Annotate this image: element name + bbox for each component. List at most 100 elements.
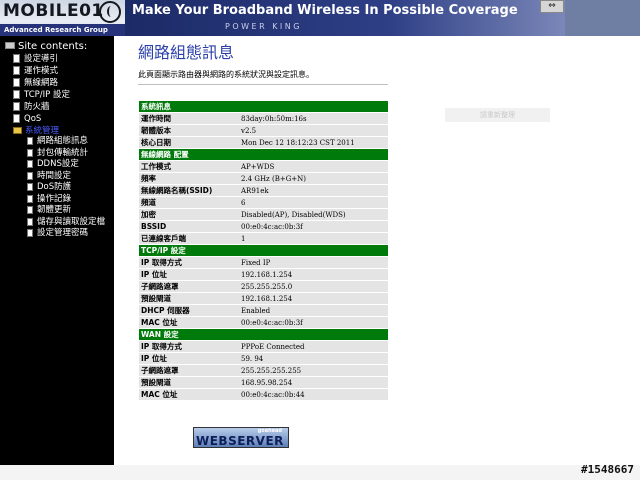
row-value: AP+WDS <box>239 161 388 172</box>
brand-logo: MOBILE01 Advanced Research Group <box>0 0 125 36</box>
row-value: 59. 94 <box>239 353 388 364</box>
row-value: 192.168.1.254 <box>239 269 388 280</box>
banner-right <box>565 0 640 36</box>
faded-refresh-button[interactable]: 請重新整理 <box>445 108 550 122</box>
row-value: 00:e0:4c:ac:0b:3f <box>239 221 388 232</box>
sidebar-subitem-label: 操作記錄 <box>37 193 72 204</box>
table-row: 核心日期 Mon Dec 12 18:12:23 CST 2011 <box>139 137 388 148</box>
table-row: 加密 Disabled(AP), Disabled(WDS) <box>139 209 388 220</box>
table-row: 頻道 6 <box>139 197 388 208</box>
row-value: 1 <box>239 233 388 244</box>
row-value: Enabled <box>239 305 388 316</box>
sidebar-subitem-label: 設定管理密碼 <box>37 228 89 238</box>
doc-icon <box>27 171 33 180</box>
sidebar-item[interactable]: TCP/IP 設定 <box>13 90 70 101</box>
row-label: IP 取得方式 <box>139 257 239 268</box>
row-label: 無線網路名稱(SSID) <box>139 185 239 196</box>
divider <box>138 84 388 85</box>
sidebar-subitem[interactable]: DoS防護 <box>27 182 71 193</box>
sidebar-item-label: 運作模式 <box>24 66 59 76</box>
doc-icon <box>13 78 20 87</box>
doc-icon <box>27 137 33 145</box>
table-row: 子網路遮罩 255.255.255.255 <box>139 365 388 376</box>
sidebar-subitem[interactable]: 操作記錄 <box>27 194 71 205</box>
row-label: 已連線客戶端 <box>139 233 239 244</box>
doc-icon <box>13 90 20 99</box>
power-king-label: POWER KING <box>225 22 302 31</box>
row-label: 加密 <box>139 209 239 220</box>
sidebar-subitem[interactable]: 網路組態訊息 <box>27 136 88 147</box>
logo-text: MOBILE01 <box>3 1 104 21</box>
goahead-webserver-badge[interactable]: goahead WEBSERVER <box>193 427 289 448</box>
toggle-frame-button[interactable]: ⇔ <box>540 0 564 13</box>
sidebar-subitem-label: DDNS設定 <box>37 159 79 169</box>
table-row: IP 位址 59. 94 <box>139 353 388 364</box>
sidebar-subitem[interactable]: DDNS設定 <box>27 159 79 170</box>
row-value: 00:e0:4c:ac:0b:3f <box>239 317 388 328</box>
table-row: 韌體版本 v2.5 <box>139 125 388 136</box>
page-description: 此頁面顯示路由器與網路的系統狀況與設定訊息。 <box>138 70 314 79</box>
row-value: 00:e0:4c:ac:0b:44 <box>239 389 388 400</box>
status-bar <box>0 465 640 480</box>
badge-big-text: WEBSERVER <box>196 434 284 448</box>
sidebar-subitem-label: 時間設定 <box>37 170 72 181</box>
section-header: 系統訊息 <box>139 101 388 112</box>
row-value: 168.95.98.254 <box>239 377 388 388</box>
doc-icon <box>27 194 33 203</box>
row-label: BSSID <box>139 221 239 232</box>
row-label: IP 位址 <box>139 269 239 280</box>
row-label: DHCP 伺服器 <box>139 305 239 316</box>
doc-icon <box>27 160 33 168</box>
table-row: 工作模式 AP+WDS <box>139 161 388 172</box>
sidebar-subitem[interactable]: 封包傳輸統計 <box>27 148 88 159</box>
row-label: IP 取得方式 <box>139 341 239 352</box>
top-banner: MOBILE01 Advanced Research Group Make Yo… <box>0 0 640 36</box>
sidebar-item[interactable]: 設定導引 <box>13 54 58 65</box>
row-label: 頻道 <box>139 197 239 208</box>
table-row: 無線網路名稱(SSID) AR91ek <box>139 185 388 196</box>
row-label: MAC 位址 <box>139 317 239 328</box>
table-row: 預設閘道 168.95.98.254 <box>139 377 388 388</box>
table-row: 運作時間 83day:0h:50m:16s <box>139 113 388 124</box>
section-header: TCP/IP 設定 <box>139 245 388 256</box>
row-label: 預設閘道 <box>139 377 239 388</box>
row-label: 子網路遮罩 <box>139 281 239 292</box>
row-value: 192.168.1.254 <box>239 293 388 304</box>
sidebar-item-label: TCP/IP 設定 <box>24 90 70 100</box>
tagline-bar: Make Your Broadband Wireless In Possible… <box>125 0 565 36</box>
sidebar-subitem[interactable]: 儲存與讀取設定檔 <box>27 217 105 228</box>
row-value: 2.4 GHz (B+G+N) <box>239 173 388 184</box>
sidebar-subitem[interactable]: 韌體更新 <box>27 205 71 216</box>
doc-icon <box>27 183 33 191</box>
row-label: 子網路遮罩 <box>139 365 239 376</box>
table-row: IP 取得方式 PPPoE Connected <box>139 341 388 352</box>
sidebar-item[interactable]: 無線網路 <box>13 78 58 89</box>
sidebar-subitem-label: DoS防護 <box>37 182 72 192</box>
row-value: PPPoE Connected <box>239 341 388 352</box>
sidebar-subitem[interactable]: 設定管理密碼 <box>27 228 88 239</box>
table-row: BSSID 00:e0:4c:ac:0b:3f <box>139 221 388 232</box>
sidebar-title: Site contents: <box>5 41 87 52</box>
table-row: IP 取得方式 Fixed IP <box>139 257 388 268</box>
sidebar-item[interactable]: QoS <box>13 114 41 125</box>
sidebar-item[interactable]: 防火牆 <box>13 102 50 113</box>
sidebar-item-label: 系統管理 <box>25 126 60 136</box>
table-row: MAC 位址 00:e0:4c:ac:0b:3f <box>139 317 388 328</box>
row-label: 韌體版本 <box>139 125 239 136</box>
row-value: 6 <box>239 197 388 208</box>
doc-icon <box>13 114 20 123</box>
sidebar-subitem-label: 網路組態訊息 <box>37 136 89 146</box>
sidebar-item[interactable]: 運作模式 <box>13 66 58 77</box>
section-header: 無線網路 配置 <box>139 149 388 160</box>
doc-icon <box>27 217 33 226</box>
sidebar-subitem[interactable]: 時間設定 <box>27 171 71 182</box>
row-value: AR91ek <box>239 185 388 196</box>
row-value: Disabled(AP), Disabled(WDS) <box>239 209 388 220</box>
row-label: MAC 位址 <box>139 389 239 400</box>
row-label: 工作模式 <box>139 161 239 172</box>
row-value: 83day:0h:50m:16s <box>239 113 388 124</box>
doc-icon <box>13 102 20 111</box>
site-icon <box>5 42 15 49</box>
row-label: 核心日期 <box>139 137 239 148</box>
row-label: 預設閘道 <box>139 293 239 304</box>
